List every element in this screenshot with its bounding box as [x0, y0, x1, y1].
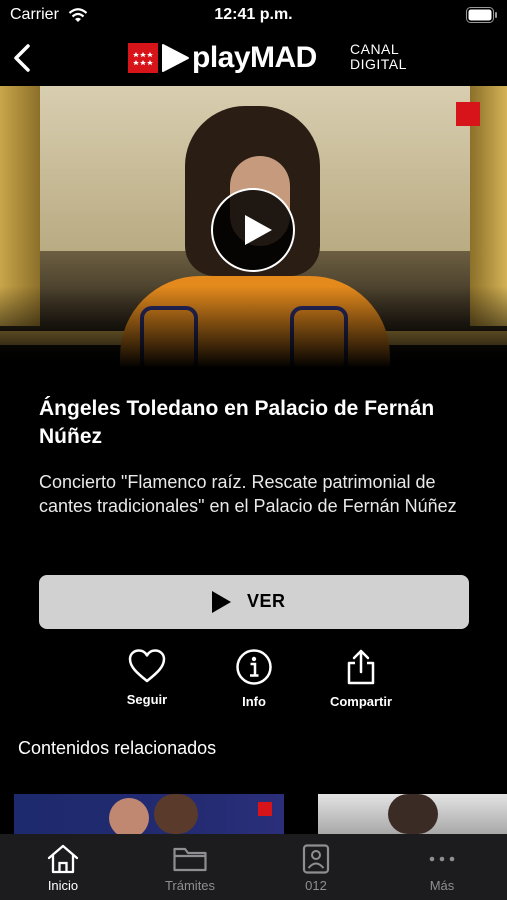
play-logo-icon	[162, 44, 189, 72]
related-thumbnail-person	[388, 794, 438, 834]
share-label: Compartir	[329, 694, 393, 709]
share-button[interactable]: Compartir	[316, 648, 406, 712]
related-heading: Contenidos relacionados	[18, 738, 217, 758]
tab-mas[interactable]: Más	[392, 834, 492, 900]
back-chevron-icon[interactable]	[8, 40, 38, 76]
battery-icon	[466, 7, 497, 23]
folder-icon	[173, 847, 207, 872]
tab-bar: Inicio Trámites 012 Más	[0, 834, 507, 900]
watch-button[interactable]: VER	[39, 575, 469, 629]
brand-subtitle: CANAL DIGITAL	[350, 42, 407, 72]
tab-label: Inicio	[47, 878, 79, 893]
play-icon	[245, 215, 272, 245]
related-item[interactable]	[318, 794, 507, 834]
brand-name: playMAD	[192, 41, 317, 74]
play-video-button[interactable]	[211, 188, 295, 272]
tab-inicio[interactable]: Inicio	[13, 834, 113, 900]
play-icon	[212, 591, 231, 613]
tab-label: Trámites	[164, 878, 216, 893]
tab-label: 012	[305, 878, 327, 893]
madrid-flag-icon	[128, 43, 158, 73]
status-bar: Carrier 12:41 p.m.	[0, 0, 507, 32]
brand-sub-line-2: DIGITAL	[350, 56, 407, 72]
playmad-logo: playMAD CANAL DIGITAL	[128, 40, 418, 76]
follow-label: Seguir	[126, 692, 168, 707]
tab-tramites[interactable]: Trámites	[140, 834, 240, 900]
video-description: Concierto "Flamenco raíz. Rescate patrim…	[39, 472, 457, 516]
heart-icon	[128, 649, 166, 683]
info-icon	[236, 649, 272, 685]
tab-label: Más	[429, 878, 455, 893]
clock: 12:41 p.m.	[214, 6, 293, 23]
watch-button-label: VER	[247, 591, 286, 611]
related-thumbnail-person	[154, 794, 198, 834]
info-label: Info	[242, 694, 266, 709]
video-title: Ángeles Toledano en Palacio de Fernán Nú…	[39, 397, 435, 448]
share-icon	[347, 649, 375, 685]
home-icon	[47, 844, 79, 874]
follow-button[interactable]: Seguir	[102, 648, 192, 712]
tab-012[interactable]: 012	[266, 834, 366, 900]
related-thumbnail-person	[109, 798, 149, 834]
channel-badge-icon	[258, 802, 272, 816]
thumbnail-fade	[0, 286, 507, 368]
contact-card-icon	[302, 844, 330, 874]
related-item[interactable]	[14, 794, 284, 834]
channel-badge-icon	[456, 102, 480, 126]
brand-sub-line-1: CANAL	[350, 41, 400, 57]
more-dots-icon	[429, 856, 455, 862]
info-button[interactable]: Info	[209, 648, 299, 712]
